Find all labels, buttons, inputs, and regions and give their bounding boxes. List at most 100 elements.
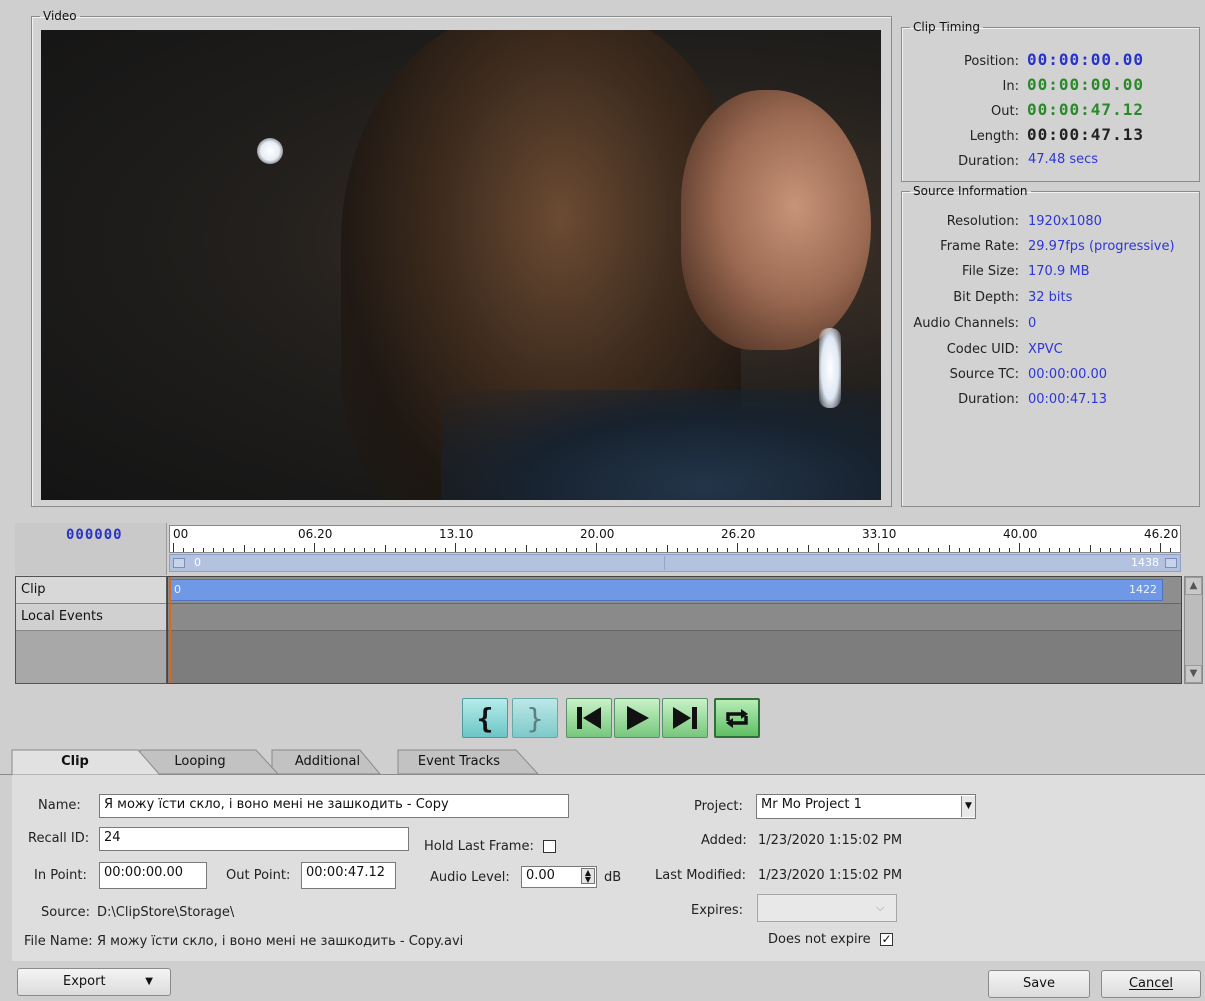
ruler-tick xyxy=(958,548,960,552)
video-preview[interactable] xyxy=(41,30,881,500)
source-row: Duration: 00:00:47.13 xyxy=(901,392,1197,418)
tab-event-tracks[interactable]: Event Tracks xyxy=(404,750,514,774)
ruler-tick xyxy=(293,548,295,552)
skip-start-icon xyxy=(577,707,601,729)
ruler-tick xyxy=(565,548,567,552)
source-row: Audio Channels: 0 xyxy=(901,316,1197,342)
ruler-tick xyxy=(364,548,366,552)
save-button[interactable]: Save xyxy=(988,970,1090,998)
timing-in-row: In: 00:00:00.00 xyxy=(901,75,1197,101)
range-start-handle[interactable] xyxy=(173,558,185,568)
ruler-tick xyxy=(525,545,527,552)
ruler-tick xyxy=(545,548,547,552)
ruler-label: 00 xyxy=(173,527,189,541)
track-header-local-events[interactable]: Local Events xyxy=(16,604,166,631)
ruler-tick xyxy=(827,548,829,552)
file-size-value: 170.9 MB xyxy=(1028,264,1090,279)
hold-last-frame-checkbox[interactable] xyxy=(543,840,556,853)
bit-depth-value: 32 bits xyxy=(1028,290,1073,305)
ruler-tick xyxy=(646,548,648,552)
ruler-tick xyxy=(1149,548,1151,552)
in-point-field[interactable]: 00:00:00.00 xyxy=(99,862,207,889)
ruler-tick xyxy=(1099,548,1101,552)
stepper-down-icon[interactable]: ▼ xyxy=(582,876,594,884)
check-icon: ✓ xyxy=(881,932,892,946)
timing-out-row: Out: 00:00:47.12 xyxy=(901,100,1197,126)
scroll-down-icon[interactable]: ▼ xyxy=(1185,665,1202,683)
timeline-ruler[interactable]: 00 06.20 13.10 20.00 26.20 33.10 40.00 46.20 xyxy=(169,525,1181,553)
ruler-tick xyxy=(173,543,174,552)
ruler-tick xyxy=(394,548,396,552)
ruler-tick xyxy=(1039,548,1041,552)
ruler-tick xyxy=(1170,548,1172,552)
skip-end-icon xyxy=(673,707,697,729)
ruler-tick xyxy=(696,548,698,552)
ruler-tick xyxy=(898,548,900,552)
playhead[interactable] xyxy=(169,577,171,683)
clip-timing-legend: Clip Timing xyxy=(913,20,981,34)
skip-end-button[interactable] xyxy=(662,698,708,738)
source-row: Source TC: 00:00:00.00 xyxy=(901,367,1197,393)
tracks-area: 0 1422 xyxy=(167,576,1182,684)
source-path[interactable]: D:\ClipStore\Storage\ xyxy=(97,905,234,920)
ruler-label: 20.00 xyxy=(580,527,615,541)
frame-counter: 000000 xyxy=(66,527,123,543)
ruler-tick xyxy=(757,548,759,552)
range-bar[interactable]: 0 1438 xyxy=(169,554,1181,572)
audio-channels-value: 0 xyxy=(1028,316,1037,331)
scroll-up-icon[interactable]: ▲ xyxy=(1185,577,1202,595)
timing-position-row: Position: 00:00:00.00 xyxy=(901,50,1197,76)
tab-looping[interactable]: Looping xyxy=(150,750,250,774)
mark-out-icon: } xyxy=(526,701,544,735)
ruler-tick xyxy=(283,548,285,552)
ruler-tick xyxy=(465,548,467,552)
does-not-expire-checkbox[interactable]: ✓ xyxy=(880,933,893,946)
ruler-tick xyxy=(888,548,890,552)
skip-start-button[interactable] xyxy=(566,698,612,738)
track-scrollbar[interactable]: ▲ ▼ xyxy=(1184,576,1203,684)
ruler-tick xyxy=(1029,548,1031,552)
audio-level-stepper[interactable]: ▲ ▼ xyxy=(581,868,595,884)
out-value: 00:00:47.12 xyxy=(1027,100,1144,119)
tab-clip[interactable]: Clip xyxy=(20,750,130,774)
clip-track[interactable]: 0 1422 xyxy=(168,577,1181,604)
ruler-tick xyxy=(575,548,577,552)
duration-value: 47.48 secs xyxy=(1028,152,1099,167)
ruler-tick xyxy=(1059,548,1061,552)
ruler-tick xyxy=(1139,548,1141,552)
ruler-tick xyxy=(585,548,587,552)
codec-uid-value: XPVC xyxy=(1028,342,1063,357)
ruler-tick xyxy=(847,548,849,552)
loop-button[interactable] xyxy=(714,698,760,738)
recall-id-label: Recall ID: xyxy=(28,831,90,846)
ruler-tick xyxy=(656,548,658,552)
hold-last-frame-label: Hold Last Frame: xyxy=(424,839,534,854)
mark-in-button[interactable]: { xyxy=(462,698,508,738)
clip-bar[interactable]: 0 1422 xyxy=(170,579,1163,601)
export-button[interactable]: Export ▼ xyxy=(17,968,171,996)
ruler-label: 33.10 xyxy=(862,527,897,541)
ruler-tick xyxy=(978,548,980,552)
source-duration-value: 00:00:47.13 xyxy=(1028,392,1108,407)
play-button[interactable] xyxy=(614,698,660,738)
file-name-value[interactable]: Я можу їсти скло, і воно мені не зашкоди… xyxy=(97,934,463,949)
range-end-handle[interactable] xyxy=(1165,558,1177,568)
tab-additional[interactable]: Additional xyxy=(280,750,375,774)
ruler-tick xyxy=(606,548,608,552)
name-field[interactable]: Я можу їсти скло, і воно мені не зашкоди… xyxy=(99,794,569,818)
out-point-field[interactable]: 00:00:47.12 xyxy=(301,862,396,889)
ruler-tick xyxy=(797,548,799,552)
position-value: 00:00:00.00 xyxy=(1027,50,1144,69)
cancel-button[interactable]: Cancel xyxy=(1101,970,1201,998)
ruler-tick xyxy=(434,548,436,552)
project-select[interactable]: Mr Mo Project 1 xyxy=(756,794,976,819)
local-events-track[interactable] xyxy=(168,604,1181,631)
source-duration-label: Duration: xyxy=(958,392,1019,407)
recall-id-field[interactable]: 24 xyxy=(99,827,409,851)
track-header-clip[interactable]: Clip xyxy=(16,577,166,604)
mark-out-button[interactable]: } xyxy=(512,698,558,738)
project-dropdown-icon[interactable]: ▼ xyxy=(961,796,975,817)
ruler-tick xyxy=(314,543,315,552)
duration-label: Duration: xyxy=(958,154,1019,169)
source-info-legend: Source Information xyxy=(913,184,1028,198)
